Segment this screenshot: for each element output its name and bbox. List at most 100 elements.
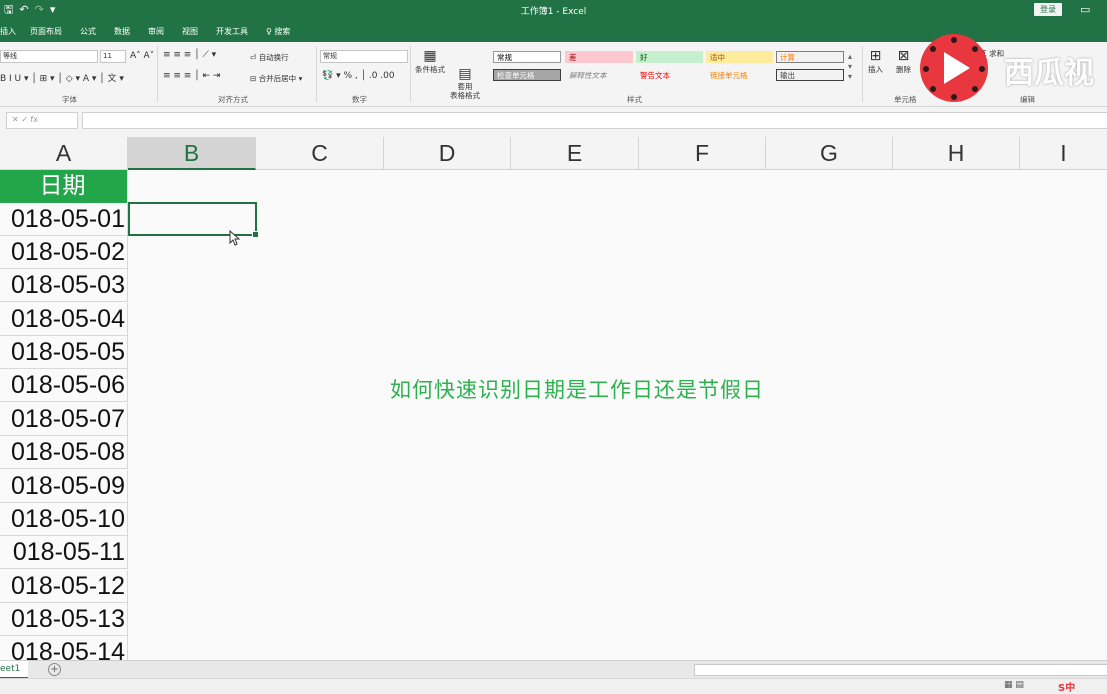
insert-cells-button[interactable]: ⊞ 插入 xyxy=(868,48,883,75)
align-left-icons[interactable]: ≡ ≡ ≡ │ ⇤ ⇥ xyxy=(163,71,220,81)
font-name-select[interactable]: 等线 xyxy=(0,50,98,63)
style-normal-label: 常规 xyxy=(497,53,512,62)
style-explanatory[interactable]: 解释性文本 xyxy=(565,69,633,81)
add-sheet-icon[interactable]: + xyxy=(48,663,61,676)
logo-seed xyxy=(951,94,957,100)
insert-cells-icon: ⊞ xyxy=(869,48,882,64)
formula-bar: ✕ ✓ fx xyxy=(0,107,1107,131)
delete-cells-button[interactable]: ⊠ 删除 xyxy=(896,48,911,75)
tab-view[interactable]: 视图 xyxy=(182,26,198,37)
conditional-format-button[interactable]: ▦ 条件格式 xyxy=(415,48,445,75)
number-format-select[interactable]: 常规 xyxy=(320,50,408,63)
logo-seed xyxy=(979,66,985,72)
format-as-table-label: 套用 表格格式 xyxy=(450,82,480,100)
style-bad-label: 差 xyxy=(569,53,577,62)
font-size-select[interactable]: 11 xyxy=(100,50,126,63)
date-cell[interactable]: 018-05-05 xyxy=(0,336,128,369)
logo-seed xyxy=(972,46,978,52)
date-cell[interactable]: 018-05-01 xyxy=(0,203,128,236)
style-neutral-label: 适中 xyxy=(710,53,725,62)
worksheet-grid[interactable]: 日期 018-05-01 018-05-02 018-05-03 018-05-… xyxy=(0,170,1107,660)
wrap-text-button[interactable]: ⏎ 自动换行 xyxy=(250,52,289,63)
column-header-c[interactable]: C xyxy=(256,137,384,170)
logo-seed xyxy=(930,86,936,92)
lightbulb-icon: ♀ xyxy=(266,27,272,36)
number-format-icons[interactable]: 💱 ▾ % , │ .0 .00 xyxy=(322,71,395,81)
formula-input[interactable] xyxy=(82,112,1107,129)
column-header-e[interactable]: E xyxy=(511,137,639,170)
login-button[interactable]: 登录 xyxy=(1034,3,1062,16)
date-cell[interactable]: 018-05-03 xyxy=(0,269,128,302)
tab-insert[interactable]: 插入 xyxy=(0,26,16,37)
style-neutral[interactable]: 适中 xyxy=(706,51,773,63)
styles-scroll-icon[interactable]: ▴ ▾ ▾ xyxy=(848,52,852,82)
cell-a1[interactable]: 日期 xyxy=(0,170,128,203)
conditional-format-icon: ▦ xyxy=(423,48,437,64)
style-calculation-label: 计算 xyxy=(780,53,795,62)
watermark-text: 西瓜视 xyxy=(1004,56,1094,91)
column-header-a[interactable]: A xyxy=(0,137,128,170)
tab-page-layout[interactable]: 页面布局 xyxy=(30,26,62,37)
view-buttons-icon[interactable]: ▦ ▤ xyxy=(1004,680,1024,690)
ribbon-display-options-icon[interactable]: ▭ xyxy=(1080,3,1090,16)
group-font-label: 字体 xyxy=(62,95,77,104)
group-cells-label: 单元格 xyxy=(894,95,917,104)
style-check-cell[interactable]: 检查单元格 xyxy=(493,69,561,81)
group-align-label: 对齐方式 xyxy=(218,95,248,104)
date-cell[interactable]: 018-05-11 xyxy=(0,536,128,569)
column-header-h[interactable]: H xyxy=(893,137,1020,170)
style-linked-cell[interactable]: 链接单元格 xyxy=(706,69,773,81)
tab-review[interactable]: 审阅 xyxy=(148,26,164,37)
style-bad[interactable]: 差 xyxy=(565,51,633,63)
formula-bar-icons[interactable]: ✕ ✓ fx xyxy=(12,115,38,124)
date-cell[interactable]: 018-05-12 xyxy=(0,570,128,603)
tell-me-search[interactable]: ♀ 搜索 xyxy=(266,26,290,37)
date-cell[interactable]: 018-05-07 xyxy=(0,403,128,436)
column-header-i[interactable]: I xyxy=(1020,137,1107,170)
video-caption: 如何快速识别日期是工作日还是节假日 xyxy=(390,378,764,402)
style-calculation[interactable]: 计算 xyxy=(776,51,844,63)
style-good[interactable]: 好 xyxy=(636,51,703,63)
column-header-f[interactable]: F xyxy=(639,137,766,170)
grow-font-icon[interactable]: A˄ A˅ xyxy=(130,51,154,61)
date-cell[interactable]: 018-05-06 xyxy=(0,369,128,402)
style-explanatory-label: 解释性文本 xyxy=(569,71,607,80)
style-good-label: 好 xyxy=(640,53,648,62)
style-warning[interactable]: 警告文本 xyxy=(636,69,703,81)
style-output[interactable]: 输出 xyxy=(776,69,844,81)
date-cell[interactable]: 018-05-13 xyxy=(0,603,128,636)
merge-center-label: 合并后居中 xyxy=(258,74,297,83)
date-cell[interactable]: 018-05-02 xyxy=(0,236,128,269)
search-label: 搜索 xyxy=(274,27,291,36)
style-normal[interactable]: 常规 xyxy=(493,51,561,63)
bold-italic-underline-icons[interactable]: B I U ▾ │ ⊞ ▾ │ ◇ ▾ A ▾ │ 文 ▾ xyxy=(0,71,124,84)
tab-formulas[interactable]: 公式 xyxy=(80,26,96,37)
date-cell[interactable]: 018-05-09 xyxy=(0,470,128,503)
format-as-table-button[interactable]: ▤ 套用 表格格式 xyxy=(450,48,480,109)
group-styles-label: 样式 xyxy=(627,95,642,104)
sheet-tab-sheet1[interactable]: eet1 xyxy=(0,661,28,679)
date-cell[interactable]: 018-05-14 xyxy=(0,636,128,660)
logo-seed xyxy=(951,37,957,43)
align-top-icons[interactable]: ≡ ≡ ≡ │ ⟋ ▾ xyxy=(163,50,216,60)
column-header-b[interactable]: B xyxy=(128,137,256,170)
style-check-cell-label: 检查单元格 xyxy=(497,71,535,80)
date-cell[interactable]: 018-05-10 xyxy=(0,503,128,536)
title-bar: 🖫 ↶ ↷ ▾ 工作簿1 - Excel 登录 ▭ xyxy=(0,0,1107,20)
document-title: 工作簿1 - Excel xyxy=(520,7,587,17)
style-linked-cell-label: 链接单元格 xyxy=(710,71,748,80)
cursor-icon xyxy=(229,230,241,246)
tab-data[interactable]: 数据 xyxy=(114,26,130,37)
wrap-text-icon: ⏎ xyxy=(250,53,257,62)
merge-center-button[interactable]: ⊟ 合并后居中 ▾ xyxy=(250,73,302,84)
column-header-g[interactable]: G xyxy=(766,137,893,170)
wrap-text-label: 自动换行 xyxy=(258,53,289,62)
date-cell[interactable]: 018-05-04 xyxy=(0,303,128,336)
logo-seed xyxy=(930,46,936,52)
horizontal-scrollbar[interactable] xyxy=(694,664,1107,676)
column-header-d[interactable]: D xyxy=(384,137,511,170)
date-cell[interactable]: 018-05-08 xyxy=(0,436,128,469)
group-number-label: 数字 xyxy=(352,95,367,104)
fill-handle[interactable] xyxy=(252,231,259,238)
tab-developer[interactable]: 开发工具 xyxy=(216,26,248,37)
